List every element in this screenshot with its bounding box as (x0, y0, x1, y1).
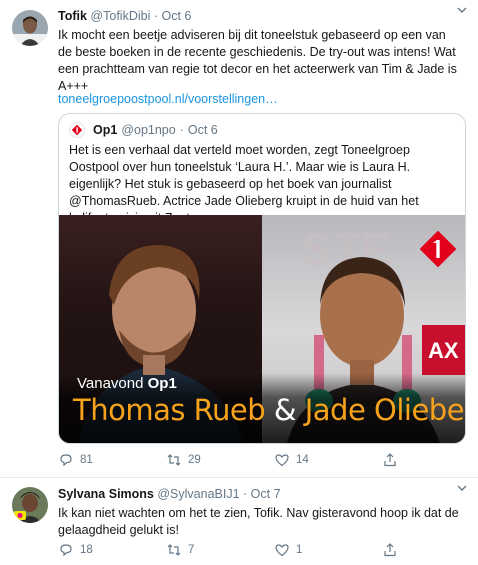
tweet-header: Sylvana Simons @SylvanaBIJ1 · Oct 7 (58, 487, 448, 501)
retweet-count: 29 (188, 454, 201, 466)
reply-icon (60, 454, 72, 467)
retweet-icon (167, 544, 181, 556)
separator-dot: · (179, 123, 184, 137)
tweet-actions: 18 7 1 (58, 542, 422, 558)
reply-count: 81 (80, 454, 93, 466)
reply-count: 18 (80, 544, 93, 556)
tweet-link[interactable]: toneelgroepoostpool.nl/voorstellingen… (58, 92, 278, 106)
share-icon (384, 453, 396, 467)
retweet-icon (167, 454, 181, 466)
avatar[interactable] (12, 487, 48, 523)
quoted-tweet-header: Op1 @op1npo · Oct 6 (69, 122, 218, 138)
caption-name-right: Jade Olieberg (304, 393, 465, 427)
reply-icon (60, 544, 72, 557)
quoted-tweet[interactable]: Op1 @op1npo · Oct 6 Het is een verhaal d… (58, 113, 466, 444)
vanavond-text: Vanavond (77, 375, 144, 392)
caption-name-left: Thomas Rueb (73, 393, 266, 427)
quoted-tweet-date[interactable]: Oct 6 (188, 123, 218, 137)
image-caption-names: Thomas Rueb & Jade Olieberg (73, 393, 465, 427)
chevron-down-icon[interactable] (456, 482, 468, 497)
reply-button[interactable]: 18 (58, 542, 166, 558)
chevron-down-icon[interactable] (456, 4, 468, 19)
image-caption-vanavond: Vanavond Op1 (77, 375, 177, 392)
caption-ampersand: & (273, 393, 297, 427)
tweet-text: Ik mocht een beetje adviseren bij dit to… (58, 28, 457, 93)
share-icon (384, 543, 396, 557)
tweet-text: Ik kan niet wachten om het te zien, Tofi… (58, 506, 459, 537)
retweet-count: 7 (188, 544, 195, 556)
heart-icon (275, 544, 289, 557)
tweet-date[interactable]: Oct 6 (162, 9, 192, 23)
op1-logo-icon[interactable] (69, 122, 85, 138)
op1-badge-icon (419, 230, 457, 268)
like-button[interactable]: 1 (274, 542, 382, 558)
retweet-button[interactable]: 29 (166, 452, 274, 468)
quoted-user-handle[interactable]: @op1npo (121, 123, 175, 137)
quoted-tweet-image[interactable]: STE AX Vanavond Op1 Thomas Rueb & Jade O… (59, 215, 465, 443)
heart-icon (275, 454, 289, 467)
like-button[interactable]: 14 (274, 452, 382, 468)
tweet-actions: 81 29 14 (58, 452, 422, 468)
tweet[interactable]: Sylvana Simons @SylvanaBIJ1 · Oct 7 Ik k… (0, 478, 478, 565)
retweet-button[interactable]: 7 (166, 542, 274, 558)
like-count: 14 (296, 454, 309, 466)
tweet-header: Tofik @TofikDibi · Oct 6 (58, 9, 448, 23)
svg-text:AX: AX (428, 338, 459, 363)
separator-dot: · (153, 9, 159, 23)
tweet-date[interactable]: Oct 7 (251, 487, 281, 501)
display-name[interactable]: Tofik (58, 9, 87, 23)
op1-brand-text: Op1 (147, 375, 177, 392)
reply-button[interactable]: 81 (58, 452, 166, 468)
share-button[interactable] (382, 452, 422, 468)
tweet[interactable]: Tofik @TofikDibi · Oct 6 Ik mocht een be… (0, 0, 478, 478)
display-name[interactable]: Sylvana Simons (58, 487, 154, 501)
quoted-display-name[interactable]: Op1 (93, 123, 117, 137)
separator-dot: · (243, 487, 248, 501)
share-button[interactable] (382, 542, 422, 558)
user-handle[interactable]: @TofikDibi (90, 9, 150, 23)
avatar[interactable] (12, 10, 48, 46)
like-count: 1 (296, 544, 303, 556)
user-handle[interactable]: @SylvanaBIJ1 (157, 487, 239, 501)
